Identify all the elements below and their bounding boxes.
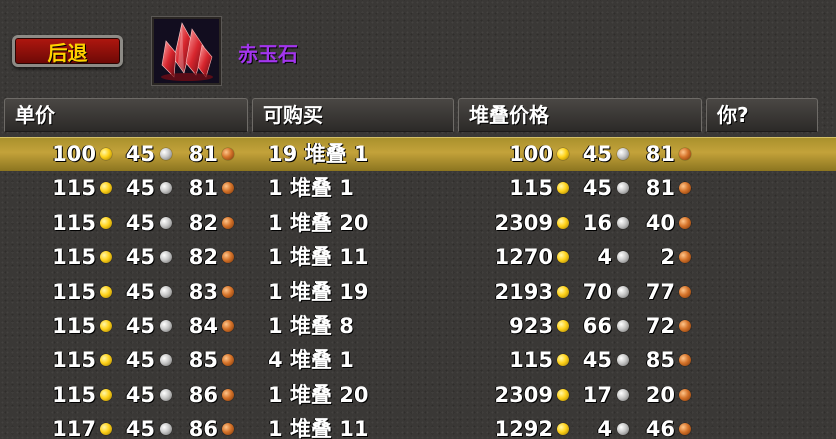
column-header-unit-price[interactable]: 单价 bbox=[4, 98, 248, 132]
copper-amount: 81 bbox=[188, 142, 218, 166]
auction-row[interactable]: 117 45 86 1 堆叠 11 1292 4 46 bbox=[0, 412, 836, 439]
copper-coin-icon bbox=[222, 354, 234, 367]
copper-amount: 85 bbox=[645, 348, 675, 373]
unit-price: 115 45 81 bbox=[0, 171, 240, 205]
auction-row[interactable]: 115 45 82 1 堆叠 20 2309 16 40 bbox=[0, 206, 836, 240]
stack-price: 1270 4 2 bbox=[457, 240, 697, 274]
copper-coin-icon bbox=[222, 251, 234, 264]
unit-price: 100 45 81 bbox=[0, 137, 240, 171]
copper-amount: 85 bbox=[188, 348, 218, 373]
red-crystal-icon[interactable] bbox=[152, 17, 221, 85]
stack-price: 2193 70 77 bbox=[457, 275, 697, 309]
copper-coin-icon bbox=[222, 148, 234, 160]
copper-amount: 72 bbox=[645, 313, 675, 338]
copper-amount: 46 bbox=[645, 417, 675, 439]
available-stacks: 19 堆叠 1 bbox=[268, 142, 369, 166]
column-header-row: 单价 可购买 堆叠价格 你? bbox=[0, 98, 836, 134]
auction-row[interactable]: 115 45 84 1 堆叠 8 923 66 72 bbox=[0, 309, 836, 343]
copper-coin-icon bbox=[679, 216, 691, 229]
stack-price: 100 45 81 bbox=[457, 137, 697, 171]
auction-row[interactable]: 115 45 83 1 堆叠 19 2193 70 77 bbox=[0, 275, 836, 309]
copper-amount: 84 bbox=[188, 313, 218, 338]
auction-row[interactable]: 115 45 86 1 堆叠 20 2309 17 20 bbox=[0, 378, 836, 412]
copper-amount: 82 bbox=[188, 245, 218, 270]
auction-row[interactable]: 115 45 82 1 堆叠 11 1270 4 2 bbox=[0, 240, 836, 274]
copper-coin-icon bbox=[222, 319, 234, 332]
copper-amount: 81 bbox=[645, 176, 675, 201]
copper-coin-icon bbox=[679, 285, 691, 298]
copper-coin-icon bbox=[679, 148, 691, 160]
unit-price: 117 45 86 bbox=[0, 412, 240, 439]
copper-amount: 83 bbox=[188, 279, 218, 304]
unit-price: 115 45 83 bbox=[0, 275, 240, 309]
copper-amount: 40 bbox=[645, 210, 675, 235]
unit-price: 115 45 84 bbox=[0, 309, 240, 343]
available-stacks: 1 堆叠 1 bbox=[268, 176, 354, 201]
copper-coin-icon bbox=[222, 182, 234, 195]
available-stacks: 1 堆叠 19 bbox=[268, 279, 369, 304]
available-stacks: 1 堆叠 20 bbox=[268, 382, 369, 407]
stack-price: 1292 4 46 bbox=[457, 412, 697, 439]
stack-price: 2309 16 40 bbox=[457, 206, 697, 240]
copper-coin-icon bbox=[222, 423, 234, 436]
column-header-available[interactable]: 可购买 bbox=[252, 98, 454, 132]
column-header-you[interactable]: 你? bbox=[706, 98, 818, 132]
copper-coin-icon bbox=[679, 354, 691, 367]
auction-list: 100 45 81 19 堆叠 1 100 45 81 115 45 81 1 堆叠 1 115 45 8… bbox=[0, 137, 836, 439]
top-bar: 后退 赤玉石 bbox=[0, 0, 836, 96]
copper-amount: 86 bbox=[188, 417, 218, 439]
copper-coin-icon bbox=[679, 251, 691, 264]
copper-amount: 86 bbox=[188, 382, 218, 407]
column-header-stack-price[interactable]: 堆叠价格 bbox=[458, 98, 702, 132]
copper-amount: 82 bbox=[188, 210, 218, 235]
stack-price: 2309 17 20 bbox=[457, 378, 697, 412]
copper-amount: 2 bbox=[660, 245, 675, 270]
stack-price: 115 45 81 bbox=[457, 171, 697, 205]
available-stacks: 1 堆叠 11 bbox=[268, 245, 369, 270]
stack-price: 115 45 85 bbox=[457, 343, 697, 377]
available-stacks: 4 堆叠 1 bbox=[268, 348, 354, 373]
copper-coin-icon bbox=[679, 319, 691, 332]
stack-price: 923 66 72 bbox=[457, 309, 697, 343]
copper-coin-icon bbox=[679, 388, 691, 401]
copper-coin-icon bbox=[222, 285, 234, 298]
copper-coin-icon bbox=[222, 388, 234, 401]
copper-coin-icon bbox=[222, 216, 234, 229]
copper-amount: 20 bbox=[645, 382, 675, 407]
item-name[interactable]: 赤玉石 bbox=[238, 38, 298, 67]
copper-amount: 81 bbox=[645, 142, 675, 166]
copper-coin-icon bbox=[679, 182, 691, 195]
auction-row[interactable]: 115 45 81 1 堆叠 1 115 45 81 bbox=[0, 171, 836, 205]
copper-coin-icon bbox=[679, 423, 691, 436]
copper-amount: 77 bbox=[645, 279, 675, 304]
unit-price: 115 45 82 bbox=[0, 240, 240, 274]
unit-price: 115 45 82 bbox=[0, 206, 240, 240]
auction-row[interactable]: 115 45 85 4 堆叠 1 115 45 85 bbox=[0, 343, 836, 377]
auction-row[interactable]: 100 45 81 19 堆叠 1 100 45 81 bbox=[0, 137, 836, 172]
available-stacks: 1 堆叠 11 bbox=[268, 417, 369, 439]
copper-amount: 81 bbox=[188, 176, 218, 201]
unit-price: 115 45 86 bbox=[0, 378, 240, 412]
available-stacks: 1 堆叠 8 bbox=[268, 313, 354, 338]
available-stacks: 1 堆叠 20 bbox=[268, 210, 369, 235]
unit-price: 115 45 85 bbox=[0, 343, 240, 377]
back-button[interactable]: 后退 bbox=[12, 35, 123, 67]
